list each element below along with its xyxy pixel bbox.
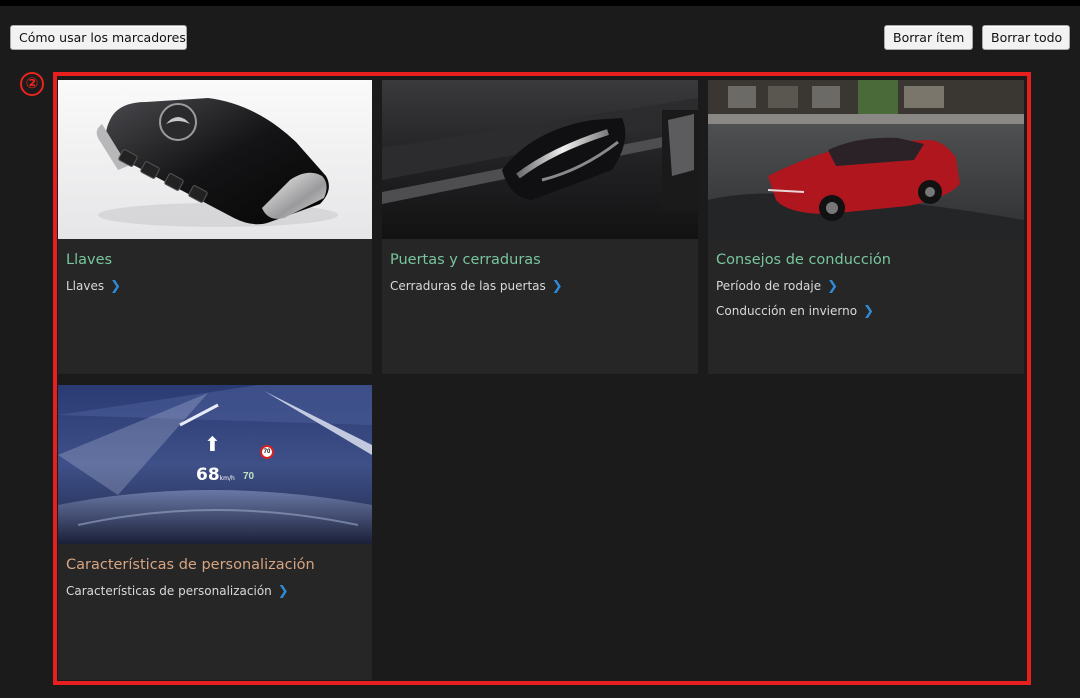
link-door-locks[interactable]: Cerraduras de las puertas ❯ xyxy=(390,279,563,294)
hud-speed-unit: km/h xyxy=(219,475,235,482)
red-suv-image[interactable] xyxy=(708,80,1024,239)
how-to-use-bookmarks-button[interactable]: Cómo usar los marcadores xyxy=(10,25,187,50)
chevron-right-icon: ❯ xyxy=(551,279,563,294)
link-winter-driving[interactable]: Conducción en invierno ❯ xyxy=(716,304,874,319)
card-title: Puertas y cerraduras xyxy=(390,252,541,268)
link-label: Características de personalización xyxy=(66,584,272,598)
annotation-marker: ② xyxy=(20,72,44,96)
card-title: Consejos de conducción xyxy=(716,252,891,268)
link-label: Conducción en invierno xyxy=(716,304,858,318)
card-driving-tips: Consejos de conducción Período de rodaje… xyxy=(708,80,1024,374)
chevron-right-icon: ❯ xyxy=(110,279,122,294)
delete-all-button[interactable]: Borrar todo xyxy=(982,25,1070,50)
chevron-right-icon: ❯ xyxy=(277,584,289,599)
link-break-in-period[interactable]: Período de rodaje ❯ xyxy=(716,279,838,294)
door-handle-image[interactable] xyxy=(382,80,698,239)
link-keys[interactable]: Llaves ❯ xyxy=(66,279,121,294)
card-keys: Llaves Llaves ❯ xyxy=(58,80,372,374)
chevron-right-icon: ❯ xyxy=(863,304,874,319)
link-label: Período de rodaje xyxy=(716,279,822,293)
hud-limit-value: 70 xyxy=(243,471,255,482)
speed-limit-sign-icon: 70 xyxy=(260,445,274,459)
key-fob-image[interactable] xyxy=(58,80,372,239)
arrow-up-icon: ⬆ xyxy=(204,434,221,456)
top-bar xyxy=(0,0,1080,6)
delete-item-button[interactable]: Borrar ítem xyxy=(884,25,973,50)
hud-speed-value: 68 xyxy=(196,465,220,485)
hud-overlay: ⬆ 68km/h 70 70 xyxy=(186,435,286,495)
link-label: Llaves xyxy=(66,279,105,293)
chevron-right-icon: ❯ xyxy=(827,279,838,294)
card-personalization: ⬆ 68km/h 70 70 Características de person… xyxy=(58,385,372,680)
card-title: Características de personalización xyxy=(66,557,315,573)
card-title: Llaves xyxy=(66,252,113,268)
card-doors-locks: Puertas y cerraduras Cerraduras de las p… xyxy=(382,80,698,374)
hud-speed: 68km/h xyxy=(196,465,235,485)
hud-limit: 70 xyxy=(243,471,254,482)
link-personalization[interactable]: Características de personalización ❯ xyxy=(66,584,289,599)
link-label: Cerraduras de las puertas xyxy=(390,279,546,293)
